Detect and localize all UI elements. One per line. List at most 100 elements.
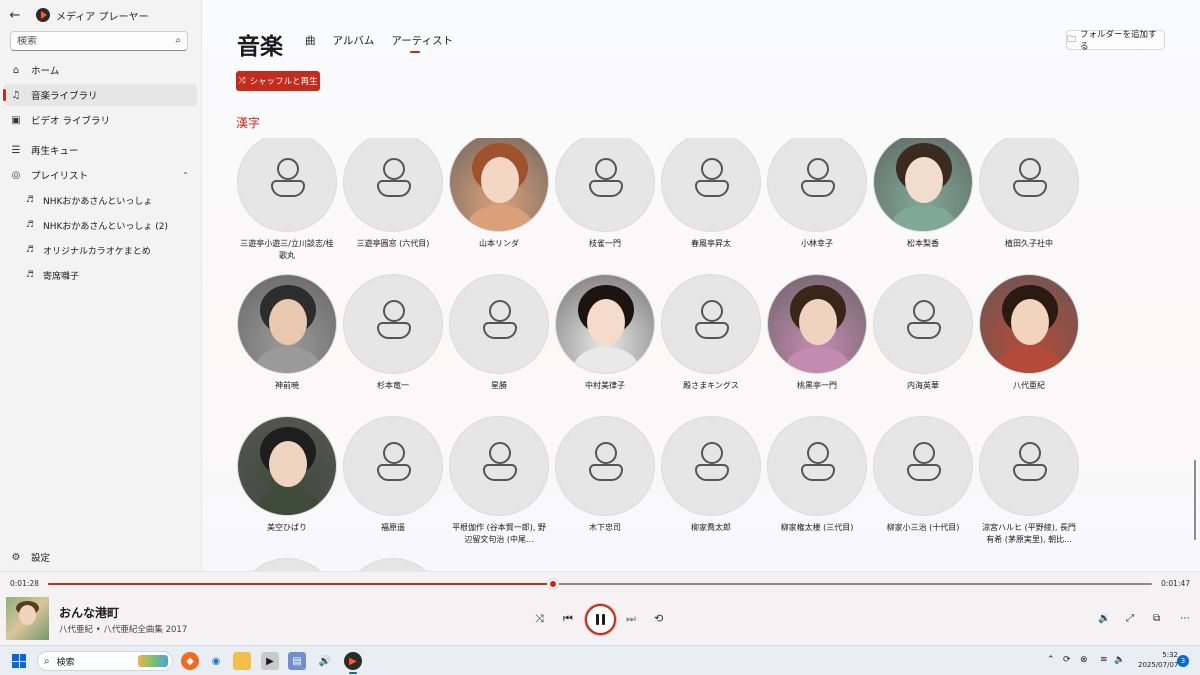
artist-card[interactable]: 神前暁 [237, 274, 337, 392]
volume-icon[interactable]: 🔉 [1098, 613, 1110, 624]
artist-card[interactable]: 三遊亭圓窓 (六代目) [343, 138, 443, 250]
previous-icon[interactable]: ⏮ [563, 612, 573, 626]
sound-app-icon[interactable]: 🔊 [316, 652, 334, 670]
page-title: 音楽 [237, 34, 283, 60]
artist-card[interactable]: 柳家権太楼 (三代目) [767, 416, 867, 534]
seek-thumb[interactable] [548, 579, 559, 589]
artist-card[interactable] [237, 558, 337, 571]
search-box[interactable]: ⌕ [10, 31, 188, 51]
chevron-up-icon[interactable]: ⌃ [1047, 655, 1055, 665]
artist-card[interactable]: 松本梨香 [873, 138, 973, 250]
artist-name: 松本梨香 [907, 239, 939, 248]
artist-card[interactable]: 福原遥 [343, 416, 443, 534]
artist-card[interactable]: 三遊亭小遊三/立川談志/桂歌丸 [237, 138, 337, 262]
notification-badge[interactable]: 3 [1177, 655, 1189, 667]
artist-card[interactable]: 星勝 [449, 274, 549, 392]
sidebar-item-playlists[interactable]: ◎ プレイリスト ⌃ [4, 164, 197, 186]
add-folder-button[interactable]: 🗀 フォルダーを追加する [1066, 30, 1165, 52]
artist-card[interactable] [343, 558, 443, 571]
tab-songs[interactable]: 曲 [305, 33, 316, 48]
tab-artists[interactable]: アーティスト [391, 33, 453, 53]
media-player-taskbar-icon[interactable]: ▶ [344, 652, 362, 674]
photo-shape [1011, 299, 1049, 345]
artist-name: 山本リンダ [479, 239, 519, 248]
fullscreen-icon[interactable]: ⤢ [1126, 613, 1134, 624]
chevron-up-icon[interactable]: ⌃ [182, 171, 189, 180]
seek-bar[interactable] [48, 579, 1152, 589]
search-icon[interactable]: ⌕ [175, 35, 181, 46]
next-icon[interactable]: ⏭ [626, 612, 636, 626]
artist-card[interactable]: 枝雀一門 [555, 138, 655, 250]
playlist-item[interactable]: ♬ NHKおかあさんといっしょ [24, 189, 196, 211]
artist-card[interactable]: 桃黒亭一門 [767, 274, 867, 392]
artist-card[interactable]: 内海英華 [873, 274, 973, 392]
artist-photo [555, 274, 655, 374]
artist-card[interactable]: 柳家喬太郎 [661, 416, 761, 534]
more-options-icon[interactable]: ⋯ [1180, 613, 1190, 624]
artist-card[interactable]: 涼宮ハルヒ (平野綾), 長門有希 (茅原実里), 朝比... [979, 416, 1079, 546]
now-playing-subtitle[interactable]: 八代亜紀 • 八代亜紀全曲集 2017 [59, 623, 187, 635]
playlist-item[interactable]: ♬ 寄席囃子 [24, 264, 196, 286]
total-time: 0:01:47 [1161, 579, 1190, 588]
sidebar-item-play-queue[interactable]: ☰ 再生キュー [4, 139, 197, 161]
playlist-entry-icon: ♬ [25, 270, 35, 280]
tray-close-icon[interactable]: ⊗ [1080, 655, 1088, 665]
artist-card[interactable]: 美空ひばり [237, 416, 337, 534]
back-arrow-icon[interactable]: ← [0, 0, 30, 30]
edge-browser-icon[interactable]: ◉ [207, 652, 225, 670]
artist-name: 木下忠司 [589, 523, 621, 532]
album-art[interactable] [6, 597, 49, 640]
sidebar-item-settings[interactable]: ⚙ 設定 [4, 546, 197, 568]
taskbar-search[interactable]: ⌕ 検索 [37, 651, 173, 671]
artist-card[interactable]: 杉本竜一 [343, 274, 443, 392]
artist-card[interactable]: 殿さまキングス [661, 274, 761, 392]
artist-card[interactable]: 中村美律子 [555, 274, 655, 392]
artist-card[interactable]: 八代亜紀 [979, 274, 1079, 392]
shuffle-and-play-button[interactable]: ⤨ シャッフルと再生 [236, 71, 320, 91]
tray-app-icon[interactable]: ⟳ [1063, 655, 1071, 665]
scrollbar[interactable] [1194, 460, 1196, 540]
person-head-shape [807, 442, 829, 464]
playlist-item[interactable]: ♬ オリジナルカラオケまとめ [24, 239, 196, 261]
shuffle-icon[interactable]: ⤨ [535, 612, 544, 626]
repeat-icon[interactable]: ⟲ [654, 612, 663, 625]
person-body-shape [589, 464, 623, 481]
tab-albums[interactable]: アルバム [333, 33, 375, 48]
gear-icon: ⚙ [11, 551, 21, 563]
artist-card[interactable]: 木下忠司 [555, 416, 655, 534]
volume-icon[interactable]: 🔈 [1114, 655, 1125, 665]
brave-browser-icon[interactable]: ◆ [181, 652, 199, 670]
person-body-shape [589, 180, 623, 197]
folder-add-icon: 🗀 [1067, 35, 1077, 45]
artist-card[interactable]: 柳家小三治 (十代目) [873, 416, 973, 534]
queue-icon: ☰ [11, 144, 21, 156]
wifi-icon[interactable]: ≋ [1100, 655, 1108, 665]
person-head-shape [701, 158, 723, 180]
media-app-icon[interactable]: ▶ [261, 652, 279, 670]
artist-card[interactable]: 平根伽作 (谷本賢一郎), 野辺留文句治 (中尾... [449, 416, 549, 546]
artist-name: 神前暁 [275, 381, 299, 390]
sidebar-item-video-library[interactable]: ▣ ビデオ ライブラリ [4, 109, 197, 131]
artist-card[interactable]: 山本リンダ [449, 138, 549, 250]
sidebar-item-home[interactable]: ⌂ ホーム [4, 59, 197, 81]
shuffle-label: シャッフルと再生 [249, 77, 318, 87]
playlist-item[interactable]: ♬ NHKおかあさんといっしょ (2) [24, 214, 196, 236]
mini-player-icon[interactable]: ⧉ [1153, 613, 1160, 624]
sidebar-item-music-library[interactable]: ♫ 音楽ライブラリ [3, 84, 197, 106]
windows-start-icon[interactable] [12, 654, 26, 668]
pause-button[interactable] [585, 604, 616, 635]
artist-name: 八代亜紀 [1013, 381, 1045, 390]
system-clock[interactable]: 5:32 2025/07/07 [1138, 650, 1178, 670]
artist-name: 福原遥 [381, 523, 405, 532]
person-body-shape [801, 464, 835, 481]
document-app-icon[interactable]: ▤ [288, 652, 306, 670]
artist-name: 中村美律子 [585, 381, 625, 390]
artist-card[interactable]: 植田久子社中 [979, 138, 1079, 250]
search-input[interactable] [17, 35, 167, 47]
artist-placeholder-icon [767, 416, 867, 516]
now-playing-title[interactable]: おんな港町 [59, 604, 119, 621]
artist-card[interactable]: 春風亭昇太 [661, 138, 761, 250]
file-explorer-icon[interactable] [233, 652, 251, 670]
artist-card[interactable]: 小林幸子 [767, 138, 867, 250]
person-body-shape [695, 464, 729, 481]
